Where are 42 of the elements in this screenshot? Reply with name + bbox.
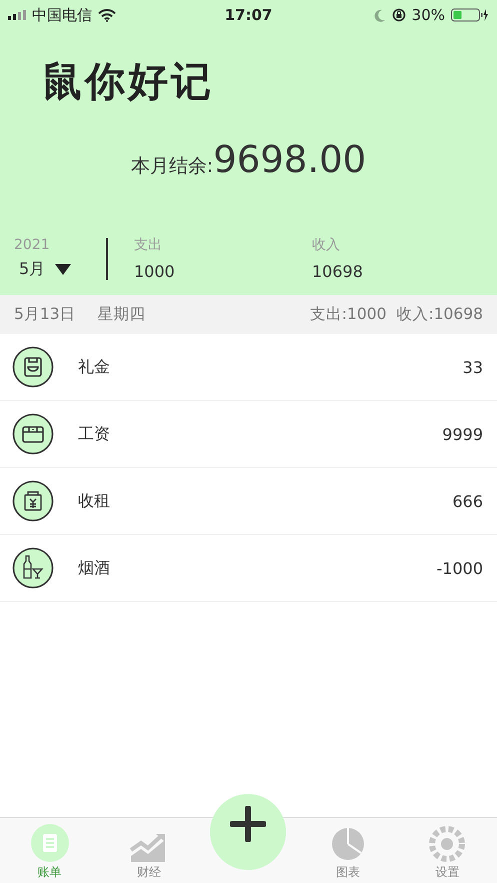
entry-amount: 666: [452, 492, 483, 510]
summary-label: 支出: [134, 236, 163, 254]
entry-name: 烟酒: [78, 558, 111, 578]
settings-icon: [429, 826, 466, 862]
day-income: 收入:10698: [396, 304, 483, 325]
month-picker[interactable]: 5月: [14, 259, 92, 280]
entry-amount: 9999: [442, 424, 483, 444]
rotation-lock-icon: [392, 8, 406, 22]
balance-label: 本月结余:: [130, 154, 214, 179]
status-time: 17:07: [224, 6, 272, 24]
entry-name: 收租: [78, 490, 111, 512]
bag-icon: [12, 480, 54, 522]
battery-icon: [451, 8, 489, 22]
entry-name: 礼金: [78, 356, 111, 378]
summary-label: 收入: [312, 236, 341, 254]
moon-icon: [374, 8, 386, 22]
entry-row[interactable]: 收租 666: [0, 468, 497, 535]
battery-percent: 30%: [412, 6, 445, 24]
envelope-icon: [12, 346, 54, 388]
entry-name: 工资: [78, 424, 111, 444]
clipboard-icon: [30, 824, 69, 862]
signal-icon: [8, 10, 26, 20]
wifi-icon: [98, 8, 116, 22]
summary-amount: 1000: [134, 262, 176, 281]
day-weekday: 星期四: [98, 304, 146, 325]
summary-amount: 10698: [312, 262, 364, 281]
entry-amount: -1000: [436, 558, 483, 578]
day-date: 5月13日: [14, 304, 76, 325]
entry-row[interactable]: 工资 9999: [0, 401, 497, 468]
app-title: 鼠你好记: [42, 58, 215, 107]
entry-amount: 33: [462, 358, 483, 376]
year-label: 2021: [14, 237, 51, 253]
pie-chart-icon: [330, 826, 366, 862]
balance-amount: 9698.00: [213, 138, 366, 181]
caret-icon: [55, 264, 72, 275]
bottle-glass-icon: [12, 547, 54, 589]
day-expense: 支出:1000: [310, 304, 386, 325]
entry-row[interactable]: 礼金 33: [0, 334, 497, 401]
carrier-name: 中国电信: [32, 6, 92, 24]
wallet-icon: [12, 413, 54, 455]
plus-icon: [230, 806, 266, 842]
entry-row[interactable]: 烟酒 -1000: [0, 535, 497, 602]
